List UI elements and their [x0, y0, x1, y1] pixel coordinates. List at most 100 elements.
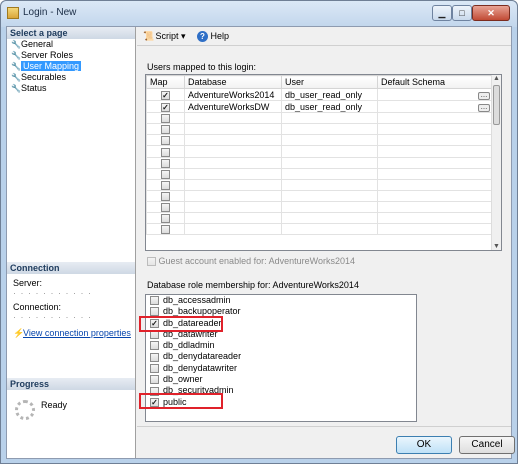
map-cell[interactable]	[146, 156, 185, 169]
default-schema-cell[interactable]	[377, 134, 493, 147]
role-checkbox[interactable]	[150, 363, 159, 373]
help-button[interactable]: ? Help	[197, 30, 229, 42]
table-row[interactable]	[146, 200, 493, 214]
map-cell[interactable]	[146, 223, 185, 236]
map-checkbox[interactable]	[161, 90, 170, 100]
role-checkbox[interactable]	[150, 352, 159, 362]
database-cell[interactable]	[184, 111, 282, 125]
user-cell[interactable]	[281, 178, 378, 191]
map-checkbox[interactable]	[161, 136, 170, 145]
role-item-db-denydatawriter[interactable]: db_denydatawriter	[146, 363, 416, 374]
page-item-securables[interactable]: 🔧Securables	[7, 72, 135, 83]
cancel-button[interactable]: Cancel	[459, 436, 515, 454]
default-schema-cell[interactable]: …	[377, 88, 493, 101]
default-schema-cell[interactable]	[377, 212, 493, 225]
default-schema-cell[interactable]	[377, 200, 493, 214]
map-checkbox[interactable]	[161, 169, 170, 179]
role-checkbox[interactable]	[150, 375, 159, 385]
map-checkbox[interactable]	[161, 125, 170, 134]
table-row[interactable]: AdventureWorks2014db_user_read_only…	[146, 88, 493, 101]
default-schema-cell[interactable]: …	[377, 100, 493, 113]
user-cell[interactable]	[281, 145, 378, 158]
table-row[interactable]	[146, 212, 493, 225]
role-item-db-denydatareader[interactable]: db_denydatareader	[146, 351, 416, 362]
table-row[interactable]	[146, 223, 493, 236]
database-cell[interactable]	[184, 134, 282, 147]
map-checkbox[interactable]	[161, 180, 170, 190]
role-item-db-ddladmin[interactable]: db_ddladmin	[146, 340, 416, 351]
user-cell[interactable]	[281, 156, 378, 169]
map-cell[interactable]	[146, 134, 185, 147]
database-cell[interactable]	[184, 145, 282, 158]
title-bar[interactable]: Login - New ▁ □ ✕	[1, 1, 517, 27]
user-cell[interactable]	[281, 111, 378, 125]
role-item-db-accessadmin[interactable]: db_accessadmin	[146, 295, 416, 306]
page-item-server-roles[interactable]: 🔧Server Roles	[7, 50, 135, 61]
column-header-database[interactable]: Database	[184, 75, 282, 89]
table-row[interactable]	[146, 145, 493, 158]
map-cell[interactable]	[146, 178, 185, 191]
scroll-up-icon[interactable]: ▲	[493, 75, 500, 82]
grid-scrollbar[interactable]: ▲ ▼	[491, 75, 501, 250]
column-header-default-schema[interactable]: Default Schema	[377, 75, 493, 89]
user-cell[interactable]	[281, 167, 378, 180]
page-item-status[interactable]: 🔧Status	[7, 83, 135, 94]
database-cell[interactable]	[184, 200, 282, 214]
map-cell[interactable]	[146, 100, 185, 113]
default-schema-cell[interactable]	[377, 223, 493, 236]
column-header-user[interactable]: User	[281, 75, 378, 89]
table-row[interactable]	[146, 123, 493, 136]
close-button[interactable]: ✕	[472, 5, 510, 21]
table-row[interactable]: AdventureWorksDWdb_user_read_only …	[146, 100, 493, 113]
table-row[interactable]	[146, 134, 493, 147]
user-cell[interactable]	[281, 123, 378, 136]
user-cell[interactable]	[281, 212, 378, 225]
table-row[interactable]	[146, 111, 493, 125]
map-checkbox[interactable]	[161, 203, 170, 212]
map-cell[interactable]	[146, 189, 185, 203]
map-checkbox[interactable]	[161, 158, 170, 168]
role-checkbox[interactable]	[150, 341, 159, 351]
database-cell[interactable]	[184, 123, 282, 136]
script-button[interactable]: 📜 Script ▾	[143, 30, 186, 42]
map-cell[interactable]	[146, 167, 185, 180]
database-cell[interactable]	[184, 189, 282, 203]
page-item-user-mapping[interactable]: 🔧 User Mapping	[7, 61, 135, 72]
database-cell[interactable]	[184, 156, 282, 169]
user-cell[interactable]	[281, 223, 378, 236]
map-checkbox[interactable]	[161, 214, 170, 223]
scrollbar-thumb[interactable]	[493, 85, 500, 125]
view-connection-properties-link[interactable]: View connection properties	[23, 328, 131, 338]
maximize-button[interactable]: □	[452, 5, 472, 21]
database-cell[interactable]	[184, 167, 282, 180]
map-checkbox[interactable]	[161, 192, 170, 201]
default-schema-cell[interactable]	[377, 167, 493, 180]
map-checkbox[interactable]	[161, 147, 170, 156]
default-schema-cell[interactable]	[377, 123, 493, 136]
map-checkbox[interactable]	[161, 114, 170, 123]
default-schema-cell[interactable]	[377, 178, 493, 191]
page-item-general[interactable]: 🔧General	[7, 39, 135, 50]
database-cell[interactable]	[184, 178, 282, 191]
database-cell[interactable]: AdventureWorks2014	[184, 88, 282, 101]
map-cell[interactable]	[146, 88, 185, 101]
default-schema-cell[interactable]	[377, 156, 493, 169]
role-item-db-owner[interactable]: db_owner	[146, 374, 416, 385]
map-cell[interactable]	[146, 123, 185, 136]
default-schema-cell[interactable]	[377, 189, 493, 203]
map-cell[interactable]	[146, 212, 185, 225]
user-cell[interactable]: db_user_read_only	[281, 100, 378, 113]
users-mapped-grid[interactable]: Map Database User Default Schema Adventu…	[145, 74, 502, 251]
user-cell[interactable]	[281, 200, 378, 214]
map-checkbox[interactable]	[161, 225, 170, 234]
map-cell[interactable]	[146, 111, 185, 125]
table-row[interactable]	[146, 178, 493, 191]
database-cell[interactable]: AdventureWorksDW	[184, 100, 282, 113]
database-cell[interactable]	[184, 223, 282, 236]
browse-schema-button[interactable]: …	[478, 104, 490, 112]
database-cell[interactable]	[184, 212, 282, 225]
browse-schema-button[interactable]: …	[478, 92, 490, 100]
table-row[interactable]	[146, 167, 493, 180]
map-cell[interactable]	[146, 200, 185, 214]
scroll-down-icon[interactable]: ▼	[493, 243, 500, 250]
